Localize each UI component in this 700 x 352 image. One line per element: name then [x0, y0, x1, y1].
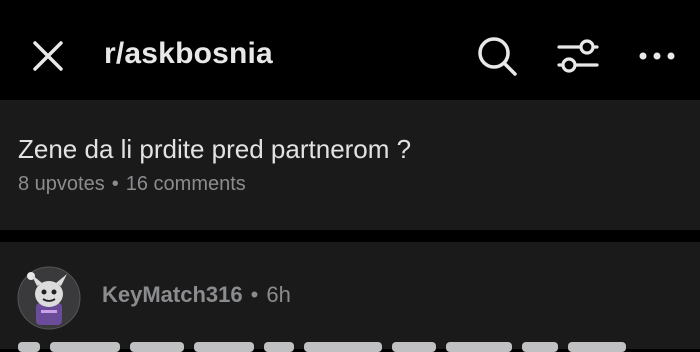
- more-options-button[interactable]: [632, 32, 682, 80]
- more-icon: [639, 52, 675, 60]
- comment-header: KeyMatch316 • 6h: [102, 282, 291, 308]
- comment-body-cut: [18, 338, 698, 352]
- filter-icon: [557, 39, 599, 73]
- upvote-count: 8 upvotes: [18, 173, 105, 195]
- top-bar: r/askbosnia: [0, 0, 700, 100]
- post-meta: 8 upvotes • 16 comments: [18, 173, 246, 196]
- comment: KeyMatch316 • 6h: [0, 242, 700, 352]
- avatar-icon: [17, 266, 81, 330]
- search-icon: [478, 37, 517, 76]
- filter-button[interactable]: [553, 32, 603, 80]
- close-button[interactable]: [26, 34, 70, 78]
- meta-separator: •: [111, 173, 119, 195]
- comment-age: 6h: [266, 282, 291, 307]
- close-icon: [33, 41, 63, 71]
- comment-count: 16 comments: [125, 173, 246, 195]
- post-title[interactable]: Zene da li prdite pred partnerom ?: [18, 134, 411, 165]
- divider: [0, 230, 700, 242]
- avatar[interactable]: [17, 266, 81, 330]
- post-card[interactable]: Zene da li prdite pred partnerom ? 8 upv…: [0, 100, 700, 230]
- comment-separator: •: [250, 282, 259, 307]
- search-button[interactable]: [472, 32, 522, 80]
- subreddit-title[interactable]: r/askbosnia: [104, 37, 273, 71]
- comment-author[interactable]: KeyMatch316: [102, 282, 243, 307]
